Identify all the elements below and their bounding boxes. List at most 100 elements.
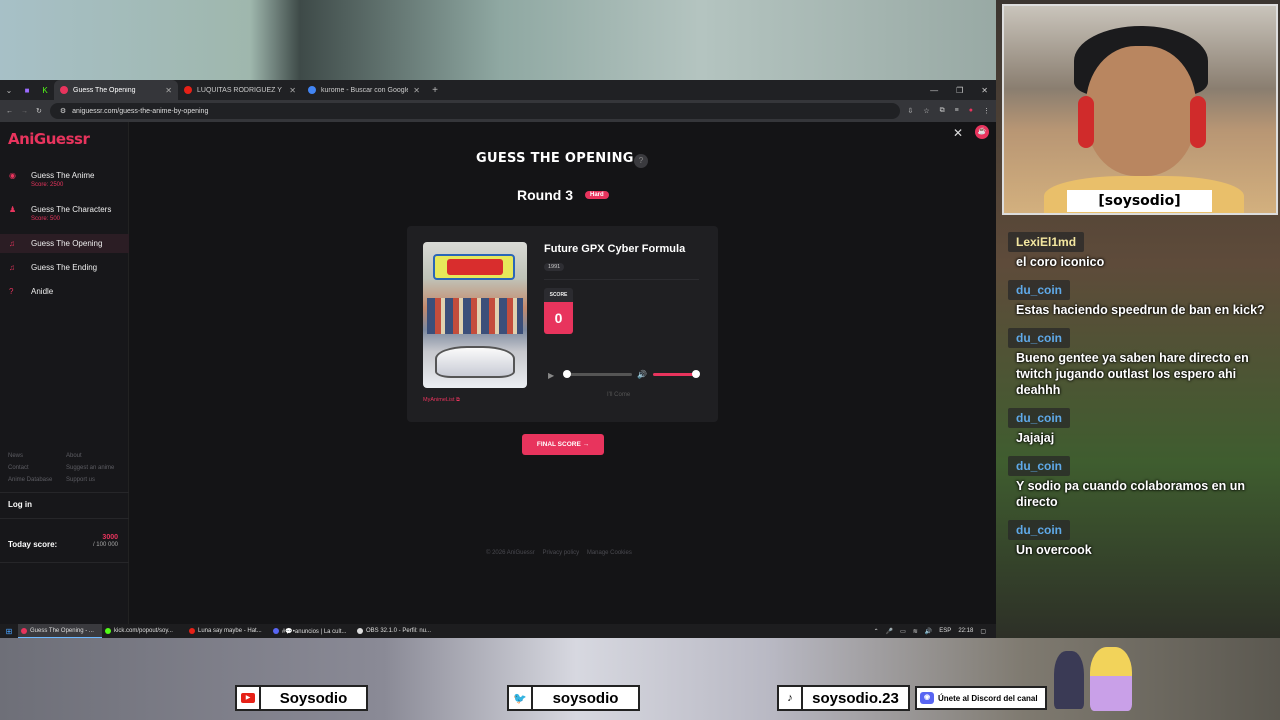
language-indicator[interactable]: ESP [939, 628, 951, 635]
chat-overlay: LexiEl1md el coro iconico du_coin Estas … [1008, 232, 1274, 568]
close-window-icon[interactable]: ✕ [981, 86, 988, 95]
chat-text: Y sodio pa cuando colaboramos en un dire… [1016, 479, 1245, 509]
media-icon[interactable]: ≡ [955, 107, 959, 115]
taskbar-item[interactable]: Luna say maybe - Hat... [186, 624, 270, 638]
bookmark-star-icon[interactable]: ☆ [923, 107, 929, 115]
close-icon[interactable]: ✕ [950, 126, 966, 142]
taskbar-item[interactable]: OBS 32.1.0 - Perfil: nu... [354, 624, 438, 638]
volume-icon[interactable]: 🔊 [637, 370, 647, 379]
room-background-top [0, 0, 1000, 80]
network-icon[interactable]: ▭ [900, 628, 906, 635]
progress-knob[interactable] [563, 370, 571, 378]
news-link[interactable]: News [8, 453, 66, 459]
menu-icon[interactable]: ⋮ [983, 107, 990, 115]
logo[interactable]: AniGuessr [8, 130, 90, 148]
app-icon [105, 628, 111, 634]
back-icon[interactable]: ← [6, 108, 13, 115]
clock[interactable]: 22:18 [958, 628, 973, 635]
question-icon: ? [9, 287, 14, 296]
app-icon [273, 628, 279, 634]
sidebar-item-label: Anidle [31, 287, 54, 296]
twitter-handle: soysodio [552, 689, 619, 707]
taskbar-item[interactable]: kick.com/popout/soy... [102, 624, 186, 638]
progress-track[interactable] [565, 373, 632, 376]
tab-title: kurome - Buscar con Google [321, 86, 409, 94]
discord-icon: ◉ [920, 692, 934, 704]
wifi-icon[interactable]: ≋ [913, 628, 918, 635]
site-info-icon[interactable]: ⚙ [60, 107, 66, 115]
chat-username: du_coin [1008, 456, 1071, 476]
chat-username: du_coin [1008, 328, 1071, 348]
myanimelist-link[interactable]: MyAnimeList ⧉ [423, 397, 460, 404]
login-link[interactable]: Log in [8, 500, 32, 509]
taskbar: ⊞ Guess The Opening - ... kick.com/popou… [0, 624, 996, 638]
new-tab-icon[interactable]: + [426, 85, 444, 96]
sidebar-item-guess-the-anime[interactable]: ◉ Guess The Anime Score: 2500 [0, 166, 129, 193]
chevron-up-icon[interactable]: ⌃ [874, 628, 879, 635]
url-field[interactable]: ⚙ aniguessr.com/guess-the-anime-by-openi… [49, 103, 900, 119]
chat-message: du_coin Y sodio pa cuando colaboramos en… [1008, 456, 1274, 510]
tab-guess-the-opening[interactable]: Guess The Opening ✕ [54, 80, 178, 100]
arrow-right-icon: → [582, 441, 590, 448]
play-icon[interactable]: ▶ [548, 371, 554, 380]
contact-link[interactable]: Contact [8, 465, 66, 471]
sidebar-item-guess-the-ending[interactable]: ♫ Guess The Ending [0, 258, 129, 277]
chat-text: el coro iconico [1016, 255, 1105, 269]
sidebar-item-guess-the-characters[interactable]: ♟ Guess The Characters Score: 500 [0, 200, 129, 227]
url-text: aniguessr.com/guess-the-anime-by-opening [72, 107, 209, 115]
windows-start-icon[interactable]: ⊞ [0, 627, 18, 636]
taskbar-item[interactable]: Guess The Opening - ... [18, 624, 102, 638]
sidebar-item-label: Guess The Opening [31, 239, 103, 248]
microphone-icon[interactable]: 🎤 [886, 628, 893, 635]
today-score-label: Today score: [8, 540, 58, 549]
close-tab-icon[interactable]: ✕ [413, 86, 420, 95]
extension-icon[interactable]: ■ [18, 86, 36, 95]
mascot-shape [1090, 647, 1132, 711]
sidebar-nav: ◉ Guess The Anime Score: 2500 ♟ Guess Th… [0, 166, 129, 301]
tab-google[interactable]: kurome - Buscar con Google ✕ [302, 80, 426, 100]
discord-invite-text: Únete al Discord del canal [938, 693, 1038, 703]
today-score-value: 3000 / 100 000 [93, 534, 118, 548]
sidebar-item-score: Score: 500 [31, 216, 61, 222]
chat-text: Un overcook [1016, 543, 1092, 557]
privacy-link[interactable]: Privacy policy [542, 550, 579, 556]
kofi-icon[interactable]: ☕ [975, 125, 989, 139]
cookies-link[interactable]: Manage Cookies [587, 550, 632, 556]
volume-slider[interactable] [653, 373, 695, 376]
forward-icon[interactable]: → [21, 108, 28, 115]
kick-icon[interactable]: K [36, 86, 54, 95]
user-icon: ♟ [9, 205, 17, 214]
year-badge: 1991 [544, 263, 565, 271]
minimize-icon[interactable]: — [930, 86, 938, 95]
install-app-icon[interactable]: ⇩ [908, 107, 914, 115]
speaker-icon[interactable]: 🔊 [925, 628, 932, 635]
volume-knob[interactable] [692, 370, 700, 378]
taskbar-item[interactable]: #💬•anuncios | La cult... [270, 624, 354, 638]
tab-luquitas[interactable]: LUQUITAS RODRIGUEZ Y LA FI ✕ [178, 80, 302, 100]
anime-database-link[interactable]: Anime Database [8, 477, 66, 483]
sidebar-item-guess-the-opening[interactable]: ♫ Guess The Opening [0, 234, 129, 253]
sidebar-item-label: Guess The Ending [31, 263, 98, 272]
close-tab-icon[interactable]: ✕ [165, 86, 172, 95]
restore-icon[interactable]: ❐ [956, 86, 963, 95]
music-list-icon: ♫ [9, 239, 15, 248]
profile-icon[interactable]: ● [969, 107, 973, 115]
tab-search-icon[interactable]: ⌄ [0, 86, 18, 95]
taskbar-item-label: Luna say maybe - Hat... [198, 628, 262, 634]
reload-icon[interactable]: ↻ [36, 107, 42, 115]
discord-banner: ◉ Únete al Discord del canal [915, 686, 1047, 710]
close-tab-icon[interactable]: ✕ [289, 86, 296, 95]
page-footer: © 2026 AniGuessr Privacy policy Manage C… [486, 550, 638, 556]
song-title: I'll Come [607, 392, 631, 398]
google-favicon-icon [308, 86, 316, 94]
final-score-button[interactable]: FINAL SCORE → [522, 434, 604, 455]
help-icon[interactable]: ? [634, 154, 648, 168]
support-us-link[interactable]: Support us [66, 477, 124, 483]
about-link[interactable]: About [66, 453, 124, 459]
mascot-shape [1054, 651, 1084, 709]
extensions-icon[interactable]: ⧉ [940, 107, 945, 115]
suggest-anime-link[interactable]: Suggest an anime [66, 465, 124, 471]
sidebar-item-anidle[interactable]: ? Anidle [0, 282, 129, 301]
notifications-icon[interactable]: ▢ [980, 628, 986, 635]
anime-cover-image [423, 242, 527, 388]
